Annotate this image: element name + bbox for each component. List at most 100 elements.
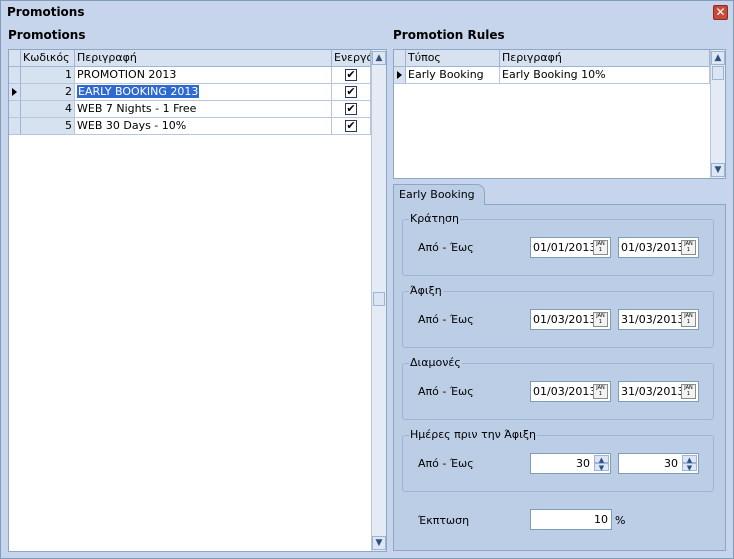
column-header-active[interactable]: Ενεργό bbox=[332, 50, 371, 67]
spin-down-icon[interactable]: ▼ bbox=[594, 463, 609, 472]
number-value: 30 bbox=[576, 457, 590, 470]
rules-section-label: Promotion Rules bbox=[393, 28, 505, 42]
number-value: 30 bbox=[664, 457, 678, 470]
active-cell[interactable]: ✔ bbox=[332, 84, 371, 100]
active-cell[interactable]: ✔ bbox=[332, 118, 371, 134]
date-value: 01/03/2013 bbox=[621, 241, 685, 254]
code-cell[interactable]: 4 bbox=[21, 101, 75, 117]
calendar-icon[interactable]: JAN 1 bbox=[593, 384, 608, 399]
spin-buttons[interactable]: ▲ ▼ bbox=[682, 455, 697, 472]
calendar-icon[interactable]: JAN 1 bbox=[593, 312, 608, 327]
check-icon: ✔ bbox=[346, 102, 356, 115]
close-icon: ✕ bbox=[715, 5, 726, 19]
column-header-code[interactable]: Κωδικός bbox=[21, 50, 75, 67]
discount-unit: % bbox=[615, 514, 626, 527]
code-cell[interactable]: 2 bbox=[21, 84, 75, 100]
selected-description-text[interactable]: EARLY BOOKING 2013 bbox=[77, 85, 200, 98]
discount-label: Έκπτωση bbox=[418, 514, 470, 527]
active-checkbox[interactable]: ✔ bbox=[345, 120, 357, 132]
rules-grid[interactable]: Τύπος Περιγραφή Early Booking Early Book… bbox=[393, 49, 726, 179]
stays-date-group: Διαμονές Από - Έως 01/03/2013 JAN 1 31/0… bbox=[402, 356, 714, 420]
window-title: Promotions bbox=[7, 5, 85, 19]
rules-grid-header: Τύπος Περιγραφή bbox=[394, 50, 710, 67]
row-indicator-header bbox=[9, 50, 21, 67]
column-header-type[interactable]: Τύπος bbox=[406, 50, 500, 67]
column-header-description[interactable]: Περιγραφή bbox=[500, 50, 710, 67]
check-icon: ✔ bbox=[346, 119, 356, 132]
booking-date-group: Κράτηση Από - Έως 01/01/2013 JAN 1 01/03… bbox=[402, 212, 714, 276]
description-cell[interactable]: EARLY BOOKING 2013 bbox=[75, 84, 332, 100]
calendar-icon-text: JAN 1 bbox=[684, 313, 693, 325]
check-icon: ✔ bbox=[346, 85, 356, 98]
date-value: 01/03/2013 bbox=[533, 313, 597, 326]
check-icon: ✔ bbox=[346, 68, 356, 81]
rules-vertical-scrollbar[interactable]: ▲ ▼ bbox=[710, 50, 725, 178]
discount-input[interactable]: 10 bbox=[530, 509, 612, 530]
tab-label: Early Booking bbox=[399, 188, 475, 201]
calendar-icon[interactable]: JAN 1 bbox=[681, 240, 696, 255]
calendar-icon[interactable]: JAN 1 bbox=[681, 312, 696, 327]
promotions-grid[interactable]: Κωδικός Περιγραφή Ενεργό 1 PROMOTION 201… bbox=[8, 49, 387, 552]
description-cell[interactable]: WEB 30 Days - 10% bbox=[75, 118, 332, 134]
days-before-to-field[interactable]: 30 ▲ ▼ bbox=[618, 453, 699, 474]
table-row[interactable]: 1 PROMOTION 2013 ✔ bbox=[9, 67, 371, 84]
scroll-up-button[interactable]: ▲ bbox=[711, 51, 725, 65]
discount-value: 10 bbox=[594, 513, 608, 526]
table-row[interactable]: 5 WEB 30 Days - 10% ✔ bbox=[9, 118, 371, 135]
stays-to-date-field[interactable]: 31/03/2013 JAN 1 bbox=[618, 381, 699, 402]
type-cell[interactable]: Early Booking bbox=[406, 67, 500, 83]
stays-from-date-field[interactable]: 01/03/2013 JAN 1 bbox=[530, 381, 611, 402]
current-row-arrow-icon bbox=[12, 88, 17, 96]
calendar-icon[interactable]: JAN 1 bbox=[593, 240, 608, 255]
scroll-thumb[interactable] bbox=[712, 66, 724, 80]
range-label: Από - Έως bbox=[418, 241, 474, 254]
spin-buttons[interactable]: ▲ ▼ bbox=[594, 455, 609, 472]
chevron-up-icon: ▲ bbox=[375, 53, 383, 63]
active-checkbox[interactable]: ✔ bbox=[345, 69, 357, 81]
group-title: Κράτηση bbox=[409, 212, 460, 225]
range-label: Από - Έως bbox=[418, 313, 474, 326]
promotions-grid-header: Κωδικός Περιγραφή Ενεργό bbox=[9, 50, 371, 67]
scroll-thumb[interactable] bbox=[373, 292, 385, 306]
column-header-description[interactable]: Περιγραφή bbox=[75, 50, 332, 67]
row-indicator[interactable] bbox=[9, 101, 21, 117]
active-cell[interactable]: ✔ bbox=[332, 67, 371, 83]
group-title: Άφιξη bbox=[409, 284, 443, 297]
arrival-to-date-field[interactable]: 31/03/2013 JAN 1 bbox=[618, 309, 699, 330]
description-cell[interactable]: PROMOTION 2013 bbox=[75, 67, 332, 83]
tab-early-booking[interactable]: Early Booking bbox=[393, 184, 485, 205]
active-checkbox[interactable]: ✔ bbox=[345, 103, 357, 115]
promotions-window: Promotions ✕ Promotions Κωδικός Περιγραφ… bbox=[0, 0, 734, 559]
date-value: 31/03/2013 bbox=[621, 313, 685, 326]
spin-up-icon[interactable]: ▲ bbox=[682, 455, 697, 464]
description-cell[interactable]: WEB 7 Nights - 1 Free bbox=[75, 101, 332, 117]
code-cell[interactable]: 1 bbox=[21, 67, 75, 83]
scroll-down-button[interactable]: ▼ bbox=[711, 163, 725, 177]
scroll-down-button[interactable]: ▼ bbox=[372, 536, 386, 550]
current-row-arrow-icon bbox=[397, 71, 402, 79]
scroll-up-button[interactable]: ▲ bbox=[372, 51, 386, 65]
description-cell[interactable]: Early Booking 10% bbox=[500, 67, 710, 83]
calendar-icon-text: JAN 1 bbox=[596, 313, 605, 325]
table-row[interactable]: 2 EARLY BOOKING 2013 ✔ bbox=[9, 84, 371, 101]
booking-to-date-field[interactable]: 01/03/2013 JAN 1 bbox=[618, 237, 699, 258]
booking-from-date-field[interactable]: 01/01/2013 JAN 1 bbox=[530, 237, 611, 258]
row-indicator[interactable] bbox=[9, 118, 21, 134]
row-indicator[interactable] bbox=[394, 67, 406, 83]
spin-up-icon[interactable]: ▲ bbox=[594, 455, 609, 464]
promotions-vertical-scrollbar[interactable]: ▲ ▼ bbox=[371, 50, 386, 551]
arrival-from-date-field[interactable]: 01/03/2013 JAN 1 bbox=[530, 309, 611, 330]
active-cell[interactable]: ✔ bbox=[332, 101, 371, 117]
row-indicator-header bbox=[394, 50, 406, 67]
table-row[interactable]: Early Booking Early Booking 10% bbox=[394, 67, 710, 84]
row-indicator[interactable] bbox=[9, 84, 21, 100]
table-row[interactable]: 4 WEB 7 Nights - 1 Free ✔ bbox=[9, 101, 371, 118]
calendar-icon[interactable]: JAN 1 bbox=[681, 384, 696, 399]
row-indicator[interactable] bbox=[9, 67, 21, 83]
days-before-from-field[interactable]: 30 ▲ ▼ bbox=[530, 453, 611, 474]
code-cell[interactable]: 5 bbox=[21, 118, 75, 134]
close-button[interactable]: ✕ bbox=[713, 5, 728, 20]
promotions-section-label: Promotions bbox=[8, 28, 86, 42]
active-checkbox[interactable]: ✔ bbox=[345, 86, 357, 98]
spin-down-icon[interactable]: ▼ bbox=[682, 463, 697, 472]
